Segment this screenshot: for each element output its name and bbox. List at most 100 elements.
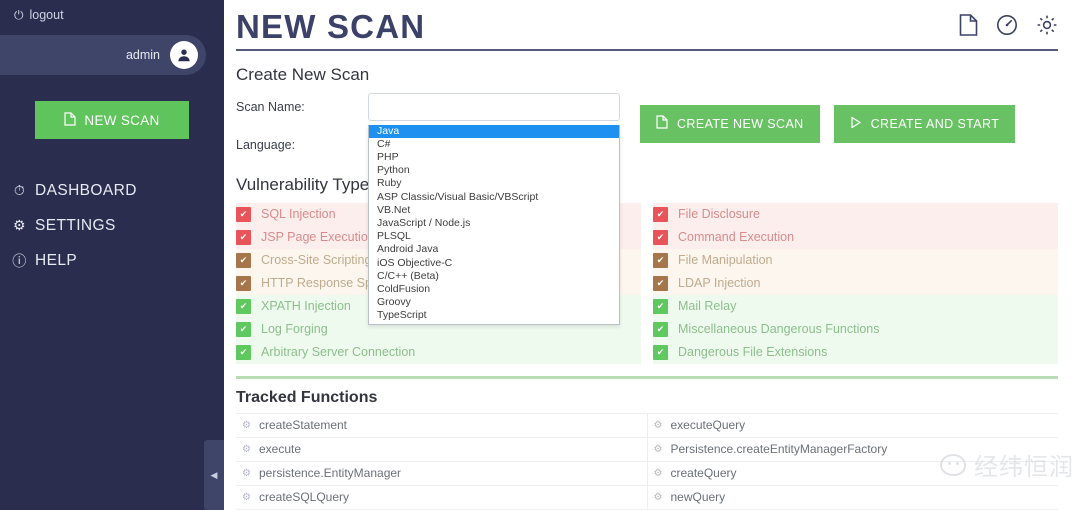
checkbox-checked-icon[interactable]: ✔ [653, 275, 668, 291]
vulnerability-row[interactable]: ✔ Command Execution [653, 225, 1058, 249]
checkbox-checked-icon[interactable]: ✔ [236, 252, 251, 268]
vulnerability-row[interactable]: ✔ Miscellaneous Dangerous Functions [653, 317, 1058, 341]
chevron-left-icon: ◀ [210, 469, 218, 480]
sidebar-item-label: HELP [35, 251, 78, 269]
checkbox-checked-icon[interactable]: ✔ [653, 252, 668, 268]
gauge-icon: ⏱ [13, 182, 26, 198]
language-option[interactable]: PHP [369, 151, 619, 164]
new-scan-button[interactable]: NEW SCAN [35, 101, 189, 139]
new-scan-button-label: NEW SCAN [84, 112, 160, 128]
gear-icon: ⚙ [653, 467, 663, 479]
language-option[interactable]: TypeScript [369, 309, 619, 322]
main-content: NEW SCAN Create New Scan Scan Name: Lang… [224, 0, 1080, 510]
vulnerability-row[interactable]: ✔ File Disclosure [653, 202, 1058, 226]
gear-icon: ⚙ [653, 419, 663, 431]
vulnerability-row[interactable]: ✔ Dangerous File Extensions [653, 340, 1058, 364]
checkbox-checked-icon[interactable]: ✔ [236, 321, 251, 337]
language-option[interactable]: C/C++ (Beta) [369, 270, 619, 283]
tracked-function-row[interactable]: ⚙ createQuery [647, 462, 1058, 486]
tracked-function-row[interactable]: ⚙ createSQLQuery [236, 486, 647, 510]
language-option[interactable]: ASP Classic/Visual Basic/VBScript [369, 191, 619, 204]
checkbox-checked-icon[interactable]: ✔ [236, 275, 251, 291]
play-icon [850, 116, 862, 132]
tracked-functions-heading: Tracked Functions [236, 388, 378, 406]
form-action-buttons: CREATE NEW SCAN CREATE AND START [640, 104, 1016, 143]
language-option[interactable]: Groovy [369, 296, 619, 309]
checkbox-checked-icon[interactable]: ✔ [653, 206, 668, 222]
document-icon[interactable] [959, 13, 978, 41]
tracked-function-row[interactable]: ⚙ persistence.EntityManager [236, 462, 647, 486]
vulnerability-label: SQL Injection [261, 207, 336, 222]
tracked-function-row[interactable]: ⚙ executeQuery [647, 414, 1058, 438]
checkbox-checked-icon[interactable]: ✔ [653, 321, 668, 337]
language-option[interactable]: ColdFusion [369, 283, 619, 296]
tracked-function-row[interactable]: ⚙ execute [236, 438, 647, 462]
vulnerability-row[interactable]: ✔ LDAP Injection [653, 271, 1058, 295]
checkbox-checked-icon[interactable]: ✔ [236, 298, 251, 314]
tracked-function-row[interactable]: ⚙ createStatement [236, 414, 647, 438]
language-option[interactable]: PLSQL [369, 230, 619, 243]
document-icon [656, 115, 668, 132]
vulnerability-types-heading: Vulnerability Types [236, 174, 378, 194]
app-root: ⏻ logout admin NEW SCAN ⏱ DASHBOARD ⚙ SE… [0, 0, 1080, 510]
checkbox-checked-icon[interactable]: ✔ [236, 344, 251, 360]
sidebar-item-dashboard[interactable]: ⏱ DASHBOARD [0, 173, 224, 208]
gear-icon: ⚙ [13, 217, 26, 233]
sidebar-collapse-handle[interactable]: ◀ [204, 440, 224, 510]
tracked-function-label: Persistence.createEntityManagerFactory [670, 442, 888, 457]
page-header: NEW SCAN [236, 0, 1058, 51]
create-new-scan-button[interactable]: CREATE NEW SCAN [640, 104, 820, 143]
power-icon: ⏻ [14, 8, 24, 22]
create-and-start-button-label: CREATE AND START [870, 116, 1000, 131]
checkbox-checked-icon[interactable]: ✔ [653, 229, 668, 245]
gear-icon: ⚙ [242, 419, 251, 431]
gear-icon: ⚙ [242, 491, 251, 503]
gauge-icon[interactable] [996, 14, 1018, 41]
create-and-start-button[interactable]: CREATE AND START [833, 104, 1016, 143]
language-option[interactable]: C# [369, 138, 619, 151]
language-option[interactable]: iOS Objective-C [369, 257, 619, 270]
gear-icon[interactable] [1036, 14, 1058, 41]
sidebar-item-settings[interactable]: ⚙ SETTINGS [0, 208, 224, 243]
sidebar-nav: ⏱ DASHBOARD ⚙ SETTINGS ⓘ HELP [0, 173, 224, 278]
scan-form: Scan Name: Language: Java ▾ Java C# PHP … [236, 91, 1058, 326]
logout-button[interactable]: ⏻ logout [0, 0, 224, 30]
vulnerability-row[interactable]: ✔ Arbitrary Server Connection [236, 340, 641, 364]
scan-name-input[interactable] [368, 92, 620, 121]
checkbox-checked-icon[interactable]: ✔ [236, 229, 251, 245]
document-icon [64, 111, 77, 129]
info-icon: ⓘ [12, 252, 27, 269]
sidebar-item-label: DASHBOARD [35, 181, 137, 199]
user-row[interactable]: admin [0, 35, 206, 75]
tracked-function-label: createSQLQuery [258, 490, 350, 505]
language-label: Language: [236, 137, 296, 152]
sidebar-item-help[interactable]: ⓘ HELP [0, 243, 224, 278]
vulnerability-label: JSP Page Execution [261, 230, 375, 245]
language-option[interactable]: VB.Net [369, 204, 619, 217]
create-new-scan-button-label: CREATE NEW SCAN [677, 116, 804, 131]
checkbox-checked-icon[interactable]: ✔ [236, 206, 251, 222]
scan-name-label: Scan Name: [236, 99, 305, 114]
tracked-functions-column-right: ⚙ executeQuery ⚙ Persistence.createEntityM… [647, 414, 1058, 510]
language-option[interactable]: Android Java [369, 243, 619, 256]
vulnerability-row[interactable]: ✔ Mail Relay [653, 294, 1058, 318]
tracked-functions-column-left: ⚙ createStatement ⚙ execute ⚙ persistence.E… [236, 413, 648, 510]
language-option[interactable]: JavaScript / Node.js [369, 217, 619, 230]
language-option[interactable]: Ruby [369, 177, 619, 190]
checkbox-checked-icon[interactable]: ✔ [653, 298, 668, 314]
language-dropdown-list[interactable]: Java C# PHP Python Ruby ASP Classic/Visu… [368, 124, 620, 326]
vulnerability-column-right: ✔ File Disclosure ✔ Command Execution ✔ Fil… [653, 202, 1058, 364]
vulnerability-row[interactable]: ✔ File Manipulation [653, 248, 1058, 272]
checkbox-checked-icon[interactable]: ✔ [653, 344, 668, 360]
logout-label: logout [29, 8, 64, 22]
create-new-scan-heading: Create New Scan [236, 64, 370, 84]
tracked-function-label: createStatement [258, 418, 348, 433]
language-option[interactable]: Python [369, 164, 619, 177]
tracked-function-row[interactable]: ⚙ newQuery [647, 486, 1058, 510]
tracked-function-row[interactable]: ⚙ Persistence.createEntityManagerFactory [647, 438, 1058, 462]
vulnerability-label: Log Forging [261, 322, 328, 337]
language-option[interactable]: Java [369, 124, 619, 138]
gear-icon: ⚙ [242, 443, 251, 455]
tracked-function-label: executeQuery [670, 418, 746, 433]
vulnerability-label: Dangerous File Extensions [678, 345, 828, 360]
